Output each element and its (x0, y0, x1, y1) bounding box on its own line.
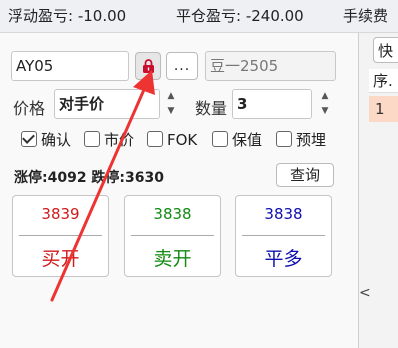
price-stepper[interactable]: ▲ ▼ (163, 89, 179, 119)
checkbox-icon (84, 131, 100, 147)
sell-open-button[interactable]: 3838 卖开 (124, 195, 221, 277)
divider (242, 235, 325, 236)
chevron-down-icon[interactable]: ▼ (163, 104, 179, 119)
fast-button[interactable]: 快 (373, 37, 398, 63)
fee-label: 手续费 (343, 7, 389, 25)
confirm-checkbox[interactable]: 确认 (21, 131, 71, 149)
contract-code-input[interactable]: AY05 (11, 51, 129, 81)
buy-open-label: 买开 (41, 248, 80, 270)
checkbox-checked-icon (21, 131, 37, 147)
lock-button[interactable] (135, 52, 161, 80)
close-long-button[interactable]: 3838 平多 (235, 195, 332, 277)
chevron-up-icon[interactable]: ▲ (163, 89, 179, 104)
qty-label: 数量 (195, 99, 228, 118)
lock-icon (143, 59, 154, 73)
account-status-bar: 浮动盈亏: -10.00 平仓盈亏: -240.00 手续费 (0, 0, 398, 33)
seq-column-header[interactable]: 序. (369, 69, 398, 93)
chevron-down-icon[interactable]: ▼ (317, 104, 333, 119)
price-label: 价格 (13, 99, 46, 118)
contract-picker-button[interactable]: ... (166, 52, 198, 80)
contract-name-field: 豆一2505 (205, 51, 336, 81)
hedge-checkbox[interactable]: 保值 (212, 131, 262, 149)
close-long-label: 平多 (264, 248, 303, 270)
chevron-up-icon[interactable]: ▲ (317, 89, 333, 104)
buy-open-price: 3839 (41, 205, 80, 223)
table-row[interactable]: 1 (369, 96, 398, 122)
fok-checkbox[interactable]: FOK (147, 131, 197, 149)
sell-open-price: 3838 (153, 205, 192, 223)
sell-open-label: 卖开 (153, 248, 192, 270)
checkbox-icon (147, 131, 163, 147)
collapse-icon[interactable]: < (359, 285, 371, 301)
buy-open-button[interactable]: 3839 买开 (12, 195, 109, 277)
query-button[interactable]: 查询 (276, 163, 334, 187)
qty-stepper[interactable]: ▲ ▼ (317, 89, 333, 119)
close-pnl: 平仓盈亏: -240.00 (176, 7, 304, 25)
price-limits: 涨停:4092 跌停:3630 (14, 170, 165, 186)
divider (19, 235, 102, 236)
right-pane: 快 序. 1 < (359, 33, 398, 348)
preset-checkbox[interactable]: 预埋 (276, 131, 326, 149)
qty-input[interactable]: 3 (232, 89, 312, 119)
checkbox-icon (276, 131, 292, 147)
price-input[interactable]: 对手价 (54, 89, 160, 119)
checkbox-icon (212, 131, 228, 147)
divider (131, 235, 214, 236)
market-checkbox[interactable]: 市价 (84, 131, 134, 149)
close-long-price: 3838 (264, 205, 303, 223)
float-pnl: 浮动盈亏: -10.00 (8, 7, 127, 25)
